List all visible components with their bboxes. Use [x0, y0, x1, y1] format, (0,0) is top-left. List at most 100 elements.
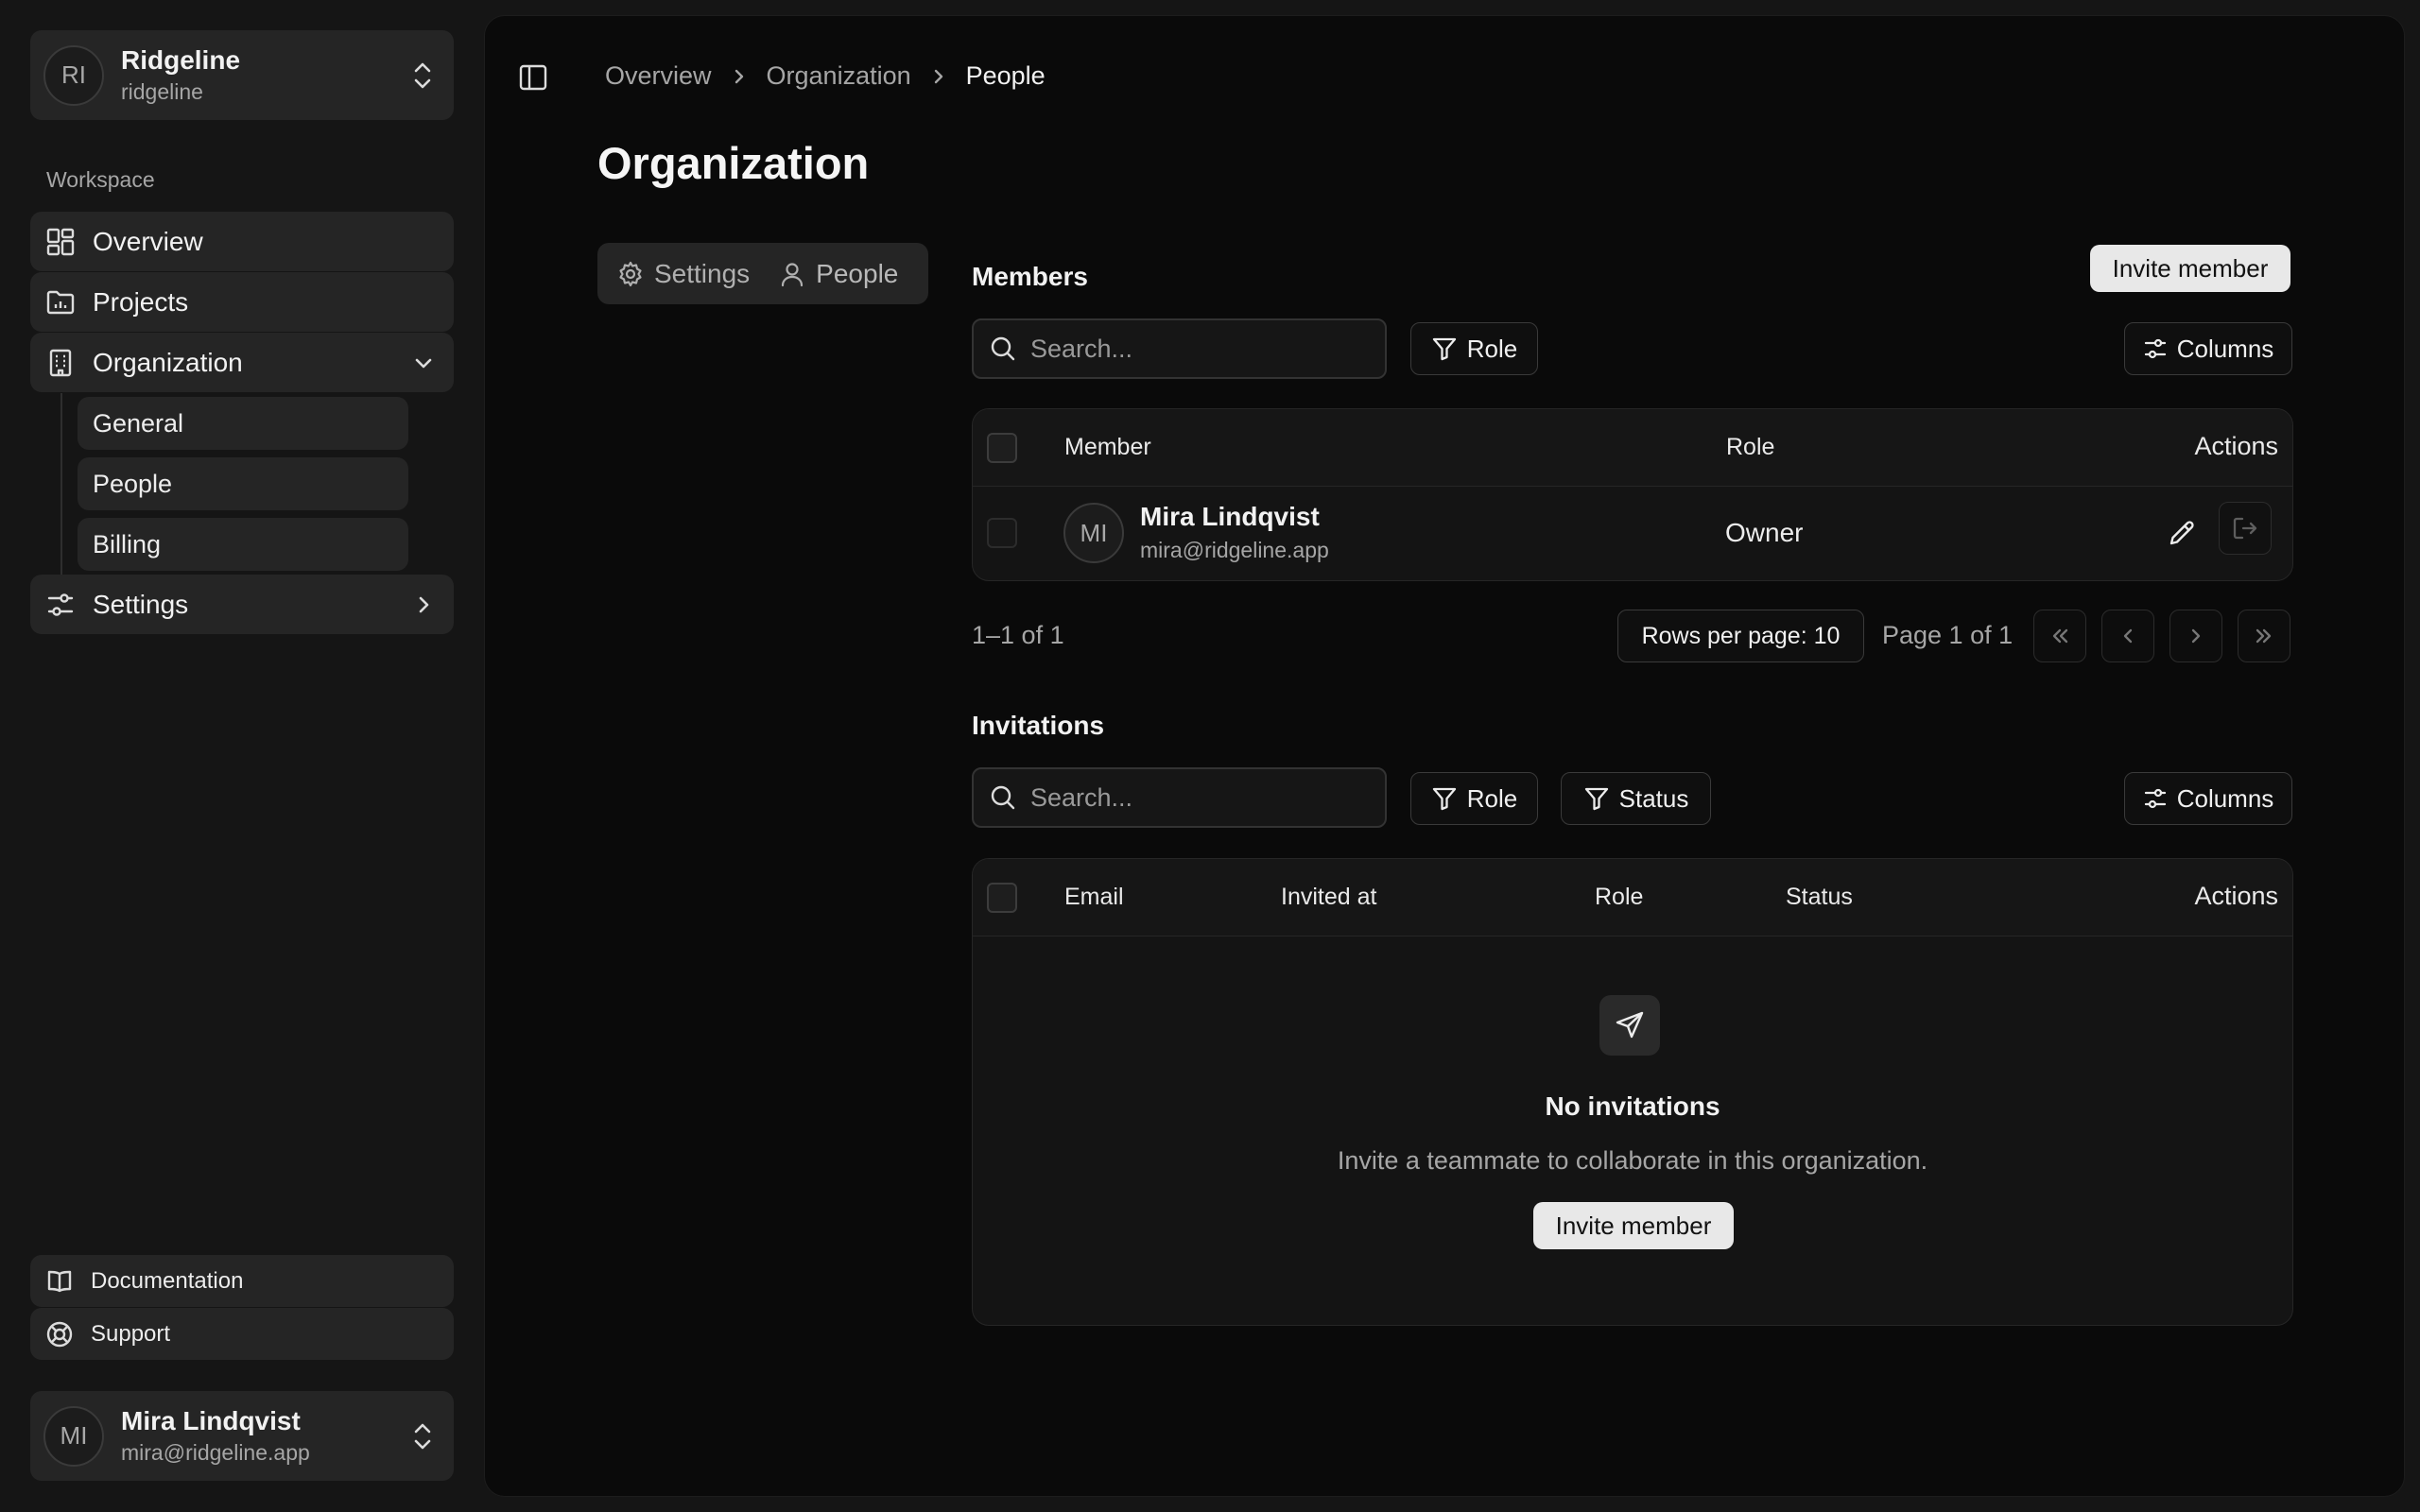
- first-page-button[interactable]: [2033, 610, 2086, 662]
- next-page-button[interactable]: [2169, 610, 2222, 662]
- user-name: Mira Lindqvist: [121, 1406, 301, 1435]
- sidebar-subitem-people[interactable]: People: [78, 457, 408, 510]
- filter-icon: [1431, 335, 1458, 362]
- user-icon: [778, 260, 816, 288]
- chevron-down-icon: [410, 350, 437, 376]
- breadcrumb-organization[interactable]: Organization: [767, 61, 911, 91]
- invitations-title: Invitations: [972, 711, 1105, 740]
- rows-per-page-label: Rows per page: 10: [1641, 622, 1841, 649]
- breadcrumb: Overview Organization People: [605, 61, 1046, 91]
- sidebar-item-organization[interactable]: Organization: [30, 333, 454, 392]
- sidebar-subitem-label: Billing: [93, 529, 162, 558]
- columns-label: Columns: [2176, 334, 2274, 363]
- sidebar-support-link[interactable]: Support: [30, 1308, 454, 1360]
- chevron-right-icon: [930, 66, 947, 87]
- user-avatar: MI: [43, 1405, 104, 1467]
- org-switcher[interactable]: RI Ridgeline ridgeline: [30, 30, 454, 120]
- members-role-filter-button[interactable]: Role: [1410, 322, 1538, 375]
- empty-state-icon-box: [1599, 995, 1660, 1056]
- columns-label: Columns: [2176, 783, 2274, 813]
- sidebar-item-overview[interactable]: Overview: [30, 212, 454, 271]
- member-name: Mira Lindqvist: [1140, 502, 1320, 531]
- chevron-left-icon: [2116, 624, 2140, 648]
- folder-chart-icon: [45, 287, 76, 318]
- sidebar-item-projects[interactable]: Projects: [30, 272, 454, 332]
- member-avatar: MI: [1063, 503, 1124, 563]
- invitations-columns-button[interactable]: Columns: [2124, 772, 2292, 825]
- search-icon: [989, 335, 1017, 363]
- breadcrumb-overview[interactable]: Overview: [605, 61, 712, 91]
- page-title: Organization: [597, 138, 870, 188]
- tab-settings[interactable]: Settings: [616, 259, 750, 289]
- sidebar-item-label: Projects: [93, 286, 189, 317]
- sidebar-item-settings[interactable]: Settings: [30, 575, 454, 634]
- chevron-right-icon: [2184, 624, 2208, 648]
- members-table-header: Member Role Actions: [973, 409, 2292, 487]
- main-panel: Overview Organization People Organizatio…: [484, 15, 2405, 1497]
- filter-icon: [1431, 785, 1458, 812]
- column-header-actions: Actions: [2194, 432, 2278, 460]
- sliders-icon: [2143, 786, 2168, 811]
- tab-people[interactable]: People: [778, 259, 898, 289]
- members-search: [972, 318, 1387, 379]
- sliders-icon: [45, 590, 76, 620]
- sidebar-subitem-label: General: [93, 408, 184, 438]
- user-switcher[interactable]: MI Mira Lindqvist mira@ridgeline.app: [30, 1391, 454, 1481]
- invitations-search-input[interactable]: [1030, 782, 1371, 813]
- members-search-input[interactable]: [1030, 334, 1371, 364]
- org-tabs: Settings People: [597, 243, 928, 304]
- chevrons-right-icon: [2252, 624, 2276, 648]
- invitations-table-header: Email Invited at Role Status Actions: [973, 859, 2292, 936]
- empty-state-invite-button[interactable]: Invite member: [1533, 1202, 1734, 1249]
- sidebar-toggle-button[interactable]: [518, 62, 548, 93]
- sidebar-item-label: Organization: [93, 347, 243, 377]
- documentation-label: Documentation: [91, 1267, 244, 1294]
- column-header-role: Role: [1595, 884, 1644, 910]
- remove-member-button[interactable]: [2219, 502, 2272, 555]
- select-all-checkbox[interactable]: [987, 883, 1017, 913]
- invitations-table: Email Invited at Role Status Actions No …: [972, 858, 2293, 1326]
- building-icon: [45, 348, 76, 378]
- sidebar: RI Ridgeline ridgeline Workspace Overvie…: [0, 0, 484, 1512]
- lifebuoy-icon: [45, 1320, 74, 1349]
- member-role: Owner: [1725, 518, 1804, 547]
- chevrons-up-down-icon: [410, 1421, 435, 1452]
- members-range: 1–1 of 1: [972, 621, 1064, 649]
- book-icon: [45, 1267, 74, 1296]
- logout-icon: [2231, 514, 2259, 542]
- org-slug: ridgeline: [121, 79, 203, 104]
- sidebar-subitem-label: People: [93, 469, 173, 498]
- chevron-right-icon: [731, 66, 748, 87]
- rows-per-page-select[interactable]: Rows per page: 10: [1617, 610, 1864, 662]
- member-email: mira@ridgeline.app: [1140, 538, 1329, 562]
- invite-member-button[interactable]: Invite member: [2090, 245, 2290, 292]
- edit-member-button[interactable]: [2166, 517, 2198, 549]
- tab-label: Settings: [654, 258, 751, 288]
- members-table: Member Role Actions MI Mira Lindqvist mi…: [972, 408, 2293, 581]
- select-all-checkbox[interactable]: [987, 433, 1017, 463]
- previous-page-button[interactable]: [2101, 610, 2154, 662]
- filter-label: Role: [1466, 783, 1518, 813]
- chevrons-up-down-icon: [410, 60, 435, 91]
- column-header-member: Member: [1064, 434, 1151, 460]
- invitations-status-filter-button[interactable]: Status: [1561, 772, 1711, 825]
- filter-label: Status: [1618, 783, 1689, 813]
- row-checkbox[interactable]: [987, 518, 1017, 548]
- column-header-status: Status: [1786, 884, 1853, 910]
- column-header-invited-at: Invited at: [1281, 884, 1377, 910]
- invitations-role-filter-button[interactable]: Role: [1410, 772, 1538, 825]
- last-page-button[interactable]: [2238, 610, 2290, 662]
- pencil-icon: [2166, 517, 2198, 549]
- sidebar-documentation-link[interactable]: Documentation: [30, 1255, 454, 1307]
- column-header-email: Email: [1064, 884, 1124, 910]
- members-columns-button[interactable]: Columns: [2124, 322, 2292, 375]
- tab-label: People: [816, 258, 899, 288]
- gear-icon: [616, 260, 654, 288]
- members-title: Members: [972, 262, 1088, 291]
- empty-state: No invitations Invite a teammate to coll…: [973, 936, 2292, 1324]
- sidebar-subitem-billing[interactable]: Billing: [78, 518, 408, 571]
- submenu-guide-line: [60, 393, 62, 575]
- table-row: MI Mira Lindqvist mira@ridgeline.app Own…: [973, 487, 2292, 579]
- filter-label: Role: [1466, 334, 1518, 363]
- sidebar-subitem-general[interactable]: General: [78, 397, 408, 450]
